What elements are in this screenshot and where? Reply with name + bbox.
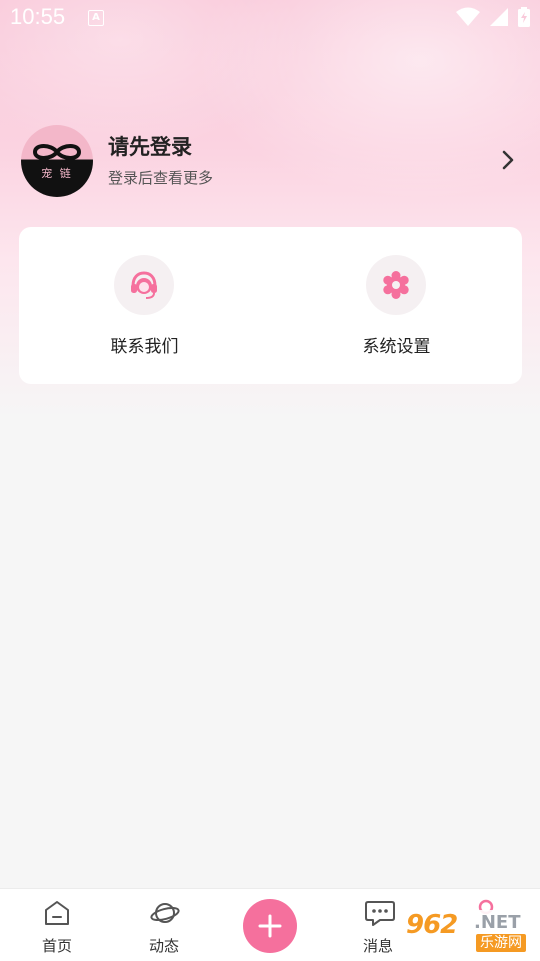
plus-icon [258, 914, 282, 938]
profile-login-row[interactable]: 宠 链 请先登录 登录后查看更多 [21, 125, 521, 197]
gear-icon-wrap [366, 255, 426, 315]
login-subtitle: 登录后查看更多 [108, 169, 214, 187]
tab-home[interactable]: 首页 [7, 889, 107, 961]
chat-bubble-icon [365, 901, 395, 926]
infinity-logo-icon [32, 144, 82, 160]
login-title: 请先登录 [108, 135, 192, 159]
tab-feed-label: 动态 [148, 937, 179, 955]
watermark-number: 962 [406, 910, 458, 940]
avatar-brand-text: 宠 链 [41, 167, 73, 180]
contact-us-label: 联系我们 [110, 337, 179, 357]
status-time: 10:55 [10, 4, 66, 29]
chevron-right-icon [502, 150, 514, 170]
add-post-button[interactable] [243, 899, 297, 953]
tab-feed[interactable]: 动态 [114, 889, 214, 961]
wifi-icon [456, 7, 480, 26]
watermark-site-name: 乐游网 [476, 934, 526, 952]
gear-icon [383, 271, 409, 299]
notification-a-icon: A [88, 10, 104, 26]
contact-us-button[interactable]: 联系我们 [19, 227, 270, 384]
site-watermark: 962 .NET 乐游网 [402, 910, 535, 954]
system-settings-button[interactable]: 系统设置 [271, 227, 522, 384]
system-settings-label: 系统设置 [362, 337, 431, 357]
avatar[interactable]: 宠 链 [21, 125, 93, 197]
battery-icon [518, 7, 530, 27]
tab-home-label: 首页 [41, 937, 72, 955]
planet-icon [150, 903, 180, 923]
signal-icon [490, 8, 508, 26]
status-icons [456, 7, 530, 27]
status-bar: 10:55 A [0, 0, 540, 36]
menu-card: 联系我们 系统设置 [19, 227, 522, 384]
watermark-domain: .NET [474, 912, 521, 933]
headset-icon [131, 271, 157, 299]
home-icon [45, 901, 69, 925]
headset-icon-wrap [114, 255, 174, 315]
